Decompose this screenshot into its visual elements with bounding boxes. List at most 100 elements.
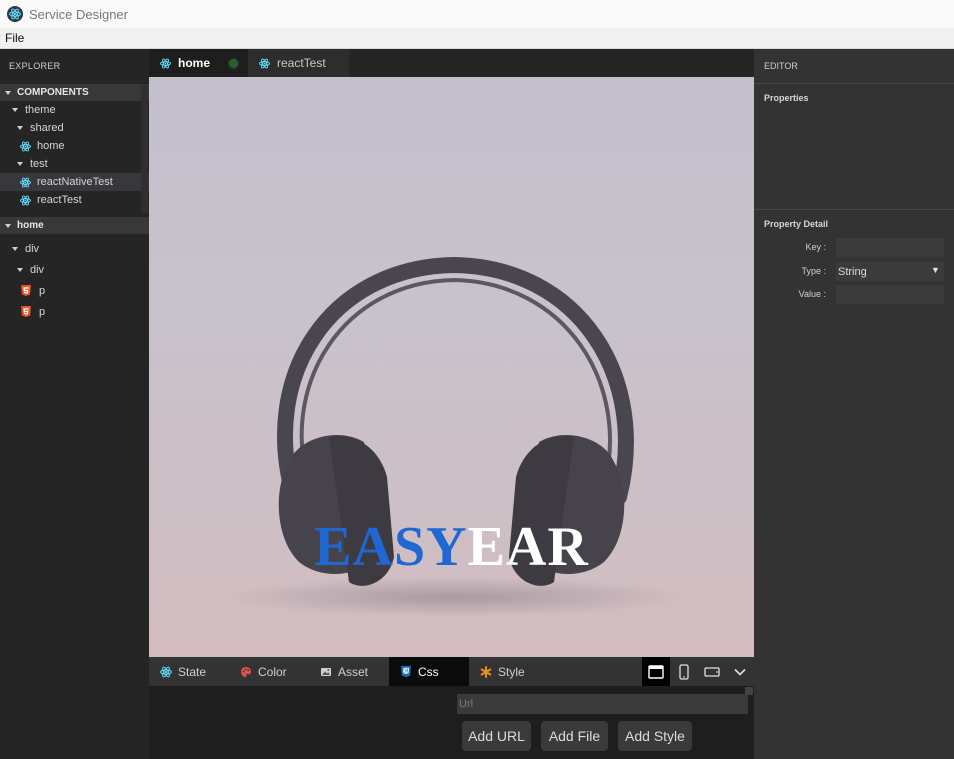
- tree-item-label: reactNativeTest: [37, 176, 113, 188]
- home-section-header[interactable]: home: [0, 217, 149, 234]
- easyear-logo: EASYEAR: [149, 515, 754, 579]
- key-label: Key :: [805, 242, 826, 252]
- tab-asset[interactable]: Asset: [309, 657, 389, 686]
- tab-label: reactTest: [277, 56, 326, 70]
- url-input[interactable]: [457, 694, 748, 714]
- chevron-down-icon: [5, 223, 11, 228]
- bottom-tabs: State Color Asset Css Style: [149, 657, 754, 686]
- menu-bar: File: [0, 28, 954, 49]
- chevron-down-icon: [5, 90, 11, 95]
- dom-node-div[interactable]: div: [0, 259, 149, 280]
- panel-scrollbar[interactable]: [745, 687, 753, 695]
- value-row: Value :: [754, 285, 954, 305]
- dom-node-p[interactable]: p: [0, 280, 149, 301]
- react-icon: [259, 57, 270, 69]
- react-icon: [20, 194, 31, 206]
- tab-css[interactable]: Css: [389, 657, 469, 686]
- tree-item-label: reactTest: [37, 194, 82, 206]
- react-icon: [20, 140, 31, 152]
- app-icon: [7, 6, 23, 22]
- logo-part-easy: EASY: [314, 516, 468, 578]
- property-detail-header: Property Detail: [764, 219, 829, 229]
- chevron-down-icon: [17, 126, 23, 130]
- type-label: Type :: [801, 266, 826, 276]
- tab-style[interactable]: Style: [469, 657, 549, 686]
- react-icon: [20, 176, 31, 188]
- phone-icon: [679, 663, 689, 680]
- tree-item-label: home: [37, 140, 65, 152]
- tab-label: Color: [258, 664, 287, 679]
- html5-icon: [21, 306, 31, 317]
- divider: [754, 209, 954, 210]
- key-row: Key :: [754, 238, 954, 258]
- chevron-down-icon: [17, 267, 23, 272]
- menu-file[interactable]: File: [5, 31, 24, 45]
- asterisk-icon: [480, 665, 492, 678]
- tab-label: home: [178, 56, 211, 70]
- add-style-button[interactable]: Add Style: [618, 721, 692, 751]
- tab-home[interactable]: home: [149, 49, 248, 77]
- editor-panel: EDITOR Properties Property Detail Key : …: [754, 49, 954, 759]
- tree-item-shared[interactable]: shared: [0, 119, 149, 137]
- type-row: Type : String ▼: [754, 262, 954, 282]
- chevron-down-icon: [12, 246, 18, 251]
- react-icon: [160, 57, 171, 69]
- editor-title: EDITOR: [754, 49, 954, 84]
- unsaved-dot-icon[interactable]: [229, 58, 239, 68]
- dom-node-label: div: [30, 263, 45, 276]
- dom-node-label: div: [25, 242, 40, 255]
- editor-tabs: home reactTest: [149, 49, 754, 77]
- design-preview[interactable]: EASYEAR: [149, 77, 754, 657]
- palette-icon: [240, 666, 252, 678]
- tab-color[interactable]: Color: [229, 657, 309, 686]
- dom-node-p[interactable]: p: [0, 301, 149, 322]
- chevron-down-icon: [12, 108, 18, 112]
- tab-label: Asset: [338, 664, 369, 679]
- tab-reacttest[interactable]: reactTest: [248, 49, 349, 77]
- chevron-down-icon: [17, 162, 23, 166]
- css3-icon: [400, 666, 412, 678]
- tab-label: Style: [498, 664, 525, 679]
- components-section-header[interactable]: COMPONENTS: [0, 84, 149, 101]
- tree-item-label: test: [30, 158, 48, 170]
- html5-icon: [21, 285, 31, 296]
- home-header-label: home: [17, 220, 44, 231]
- tree-item-label: shared: [30, 122, 64, 134]
- add-url-button[interactable]: Add URL: [462, 721, 531, 751]
- tree-item-reacttest[interactable]: reactTest: [0, 191, 149, 209]
- dom-node-div[interactable]: div: [0, 238, 149, 259]
- collapse-panel-button[interactable]: [727, 657, 753, 686]
- react-icon: [160, 665, 172, 678]
- chevron-down-icon: [734, 668, 746, 676]
- tree-item-label: theme: [25, 104, 56, 116]
- tab-state[interactable]: State: [149, 657, 229, 686]
- browser-window-icon: [648, 664, 664, 679]
- dom-node-label: p: [39, 305, 46, 318]
- desktop-view-button[interactable]: [642, 657, 670, 686]
- window-title: Service Designer: [29, 6, 128, 22]
- landscape-view-button[interactable]: [699, 657, 725, 686]
- title-bar: Service Designer: [0, 0, 954, 28]
- tree-item-test[interactable]: test: [0, 155, 149, 173]
- explorer-scrollbar[interactable]: [141, 85, 148, 213]
- logo-part-ear: EAR: [467, 516, 589, 578]
- css-panel: Add URL Add File Add Style: [149, 686, 754, 759]
- mobile-view-button[interactable]: [672, 657, 696, 686]
- explorer-title: EXPLORER: [9, 61, 61, 71]
- explorer-panel: EXPLORER COMPONENTS theme shared home te…: [0, 49, 149, 759]
- components-header-label: COMPONENTS: [17, 87, 89, 98]
- tree-item-theme[interactable]: theme: [0, 101, 149, 119]
- type-select[interactable]: String: [836, 262, 944, 281]
- tab-label: State: [178, 664, 207, 679]
- tree-item-reactnativetest[interactable]: reactNativeTest: [0, 173, 149, 191]
- add-file-button[interactable]: Add File: [541, 721, 608, 751]
- dom-node-label: p: [39, 284, 46, 297]
- image-icon: [320, 666, 332, 678]
- value-label: Value :: [798, 289, 826, 299]
- tab-label: Css: [418, 664, 439, 679]
- tablet-landscape-icon: [704, 666, 720, 677]
- key-input[interactable]: [836, 238, 944, 257]
- value-input[interactable]: [836, 285, 944, 304]
- tree-item-home[interactable]: home: [0, 137, 149, 155]
- properties-header: Properties: [764, 93, 809, 103]
